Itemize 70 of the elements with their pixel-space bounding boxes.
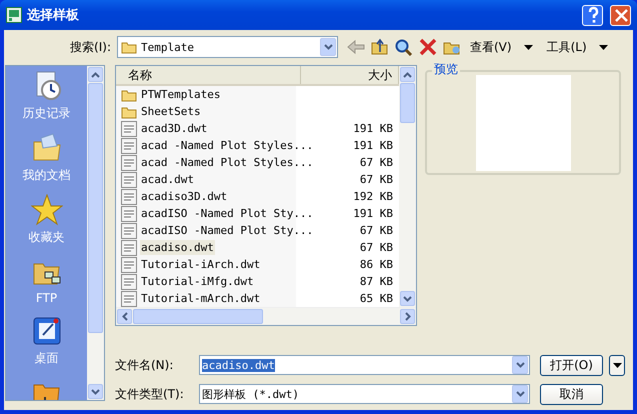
app-icon <box>6 7 22 23</box>
file-size: 67 KB <box>358 173 394 186</box>
file-name[interactable]: SheetSets <box>140 104 202 119</box>
document-icon <box>121 188 137 204</box>
scroll-down-button[interactable] <box>400 291 415 306</box>
scroll-left-button[interactable] <box>117 309 132 324</box>
file-name[interactable]: acadISO -Named Plot Sty... <box>140 223 314 238</box>
scroll-right-button[interactable] <box>400 309 415 324</box>
search-icon[interactable] <box>394 38 414 56</box>
file-size: 87 KB <box>358 275 394 288</box>
filename-field[interactable]: acadiso.dwt <box>199 355 530 375</box>
document-icon <box>121 154 137 170</box>
window-title: 选择样板 <box>27 7 79 24</box>
cancel-button[interactable]: 取消 <box>540 384 603 404</box>
search-dropdown[interactable]: Template <box>117 36 338 58</box>
vertical-scrollbar[interactable] <box>399 66 416 307</box>
search-label: 搜索(I): <box>69 38 112 56</box>
name-column-header[interactable]: 名称 <box>116 66 301 84</box>
file-size: 192 KB <box>352 190 394 203</box>
file-name[interactable]: Tutorial-iMfg.dwt <box>140 274 255 289</box>
open-button[interactable]: 打开(O) <box>540 354 603 376</box>
file-size: 67 KB <box>358 241 394 254</box>
document-icon <box>121 256 137 272</box>
file-size: 65 KB <box>358 292 394 305</box>
file-size: 86 KB <box>358 258 394 271</box>
preview-label: 预览 <box>432 61 460 78</box>
file-name[interactable]: acad3D.dwt <box>140 121 208 136</box>
dropdown-arrow-icon <box>612 362 622 368</box>
scroll-up-button[interactable] <box>88 67 103 82</box>
file-name[interactable]: acadiso.dwt <box>140 240 215 255</box>
scroll-thumb[interactable] <box>400 83 415 123</box>
folder-icon <box>121 104 137 118</box>
file-name[interactable]: Tutorial-mArch.dwt <box>140 291 262 306</box>
desktop-icon[interactable] <box>30 315 62 347</box>
document-icon <box>121 274 137 290</box>
file-type-label: 文件类型(T): <box>115 386 185 402</box>
scroll-down-button[interactable] <box>88 384 103 399</box>
document-icon <box>121 240 137 256</box>
dropdown-arrow-icon[interactable] <box>598 44 608 50</box>
filename-label: 文件名(N): <box>115 356 174 374</box>
file-name[interactable]: Tutorial-iArch.dwt <box>140 257 262 272</box>
file-type-dropdown[interactable]: 图形样板 (*.dwt) <box>199 384 530 404</box>
open-options-button[interactable] <box>609 354 625 376</box>
document-icon <box>121 290 137 306</box>
view-menu-button[interactable]: 查看(V) <box>468 38 514 56</box>
document-icon <box>121 206 137 222</box>
delete-icon[interactable] <box>418 38 438 56</box>
up-folder-icon[interactable] <box>370 38 390 56</box>
tools-menu-button[interactable]: 工具(L) <box>544 38 589 56</box>
file-name[interactable]: acad.dwt <box>140 172 195 187</box>
file-name[interactable]: acadISO -Named Plot Sty... <box>140 206 314 221</box>
star-icon[interactable] <box>30 194 62 226</box>
dropdown-arrow-icon[interactable] <box>524 44 533 50</box>
scroll-thumb[interactable] <box>88 83 103 333</box>
vertical-scrollbar[interactable] <box>87 66 104 400</box>
folder-icon <box>121 40 137 54</box>
scroll-thumb[interactable] <box>133 309 263 324</box>
close-button[interactable] <box>610 4 631 26</box>
document-icon <box>121 120 137 136</box>
document-icon <box>121 222 137 238</box>
file-name[interactable]: acadiso3D.dwt <box>140 189 228 204</box>
horizontal-scrollbar[interactable] <box>116 307 416 325</box>
help-button[interactable] <box>582 4 603 26</box>
scroll-up-button[interactable] <box>400 67 415 82</box>
document-icon <box>121 138 137 154</box>
file-size: 191 KB <box>352 122 394 135</box>
file-name[interactable]: PTWTemplates <box>140 87 222 102</box>
file-name[interactable]: acad -Named Plot Styles... <box>140 138 314 153</box>
document-icon <box>121 172 137 188</box>
file-name[interactable]: acad -Named Plot Styles... <box>140 155 314 170</box>
